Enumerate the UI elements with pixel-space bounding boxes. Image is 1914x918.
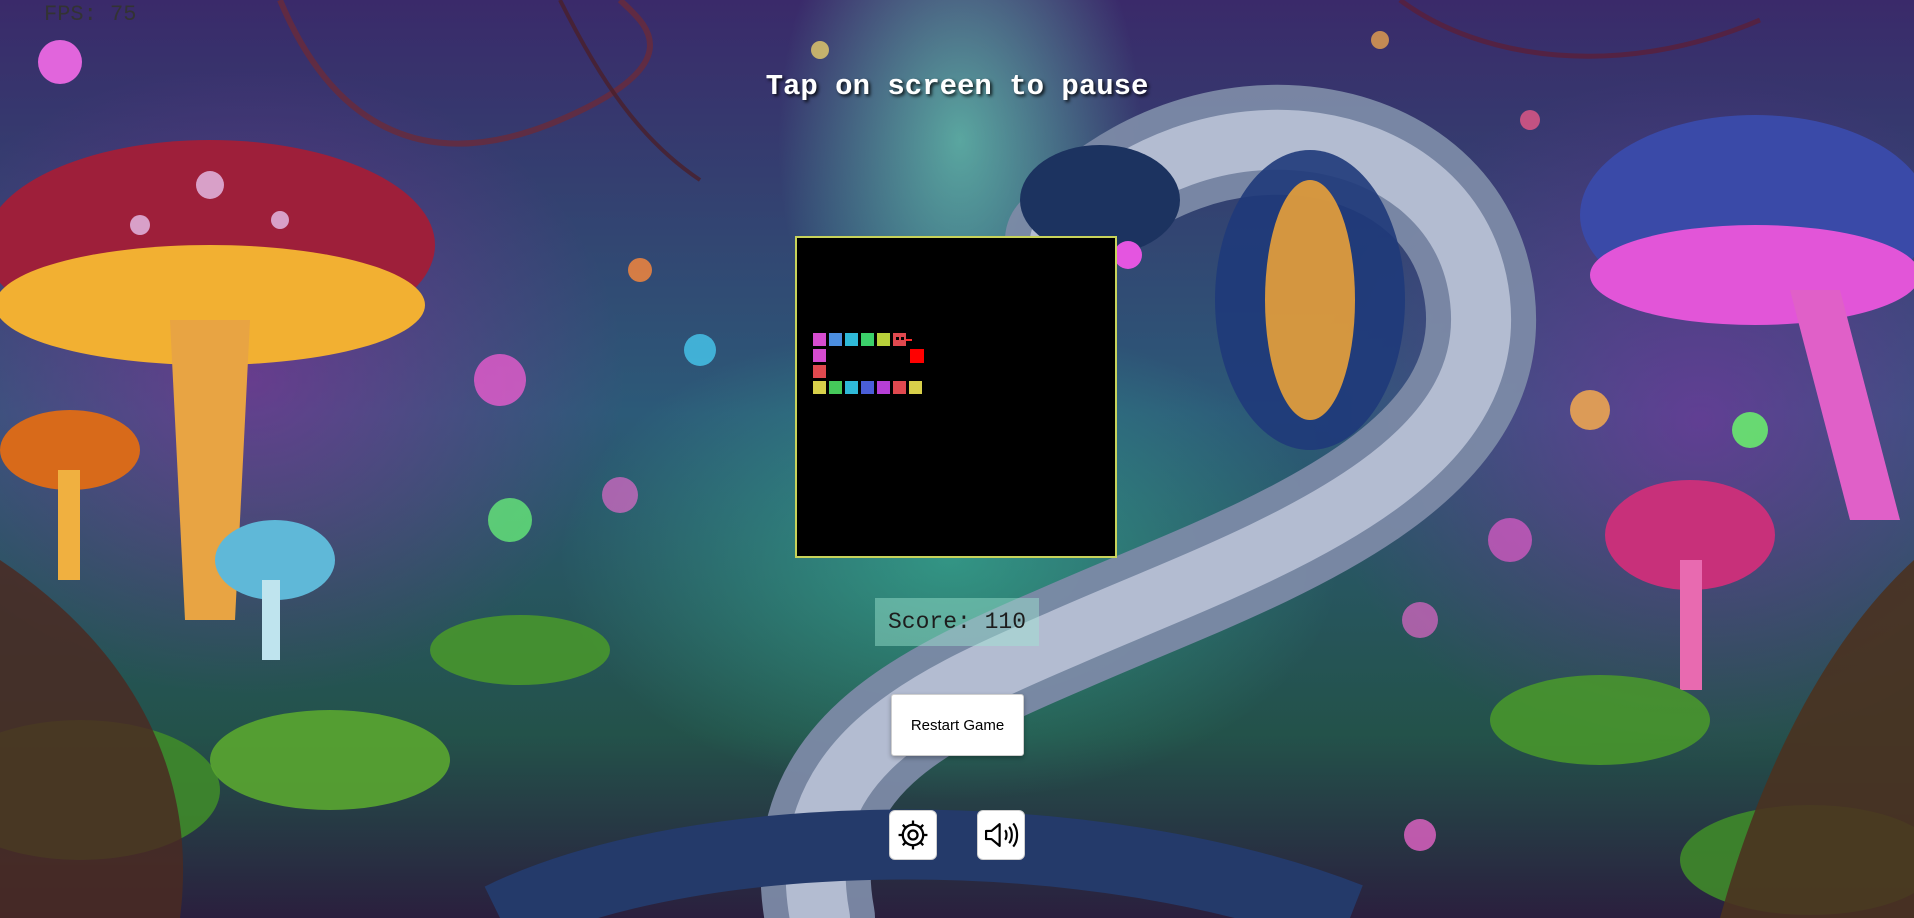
snake-head <box>893 333 912 346</box>
speaker-icon <box>984 822 1019 848</box>
restart-game-button[interactable]: Restart Game <box>891 694 1024 756</box>
snake-segment <box>845 333 858 346</box>
food-item <box>910 349 924 363</box>
snake-segment <box>909 381 922 394</box>
snake-segment <box>877 333 890 346</box>
snake-segment <box>813 349 826 362</box>
snake-segment <box>813 381 826 394</box>
sound-toggle-button[interactable] <box>977 810 1025 860</box>
snake-eye <box>896 337 899 340</box>
snake-segment <box>861 381 874 394</box>
gear-icon <box>898 820 928 850</box>
restart-game-label: Restart Game <box>910 716 1005 734</box>
game-board[interactable] <box>795 236 1117 558</box>
score-text: Score: 110 <box>887 609 1027 635</box>
snake-segment <box>893 381 906 394</box>
pause-hint: Tap on screen to pause <box>765 70 1149 103</box>
snake-segment <box>813 333 826 346</box>
fps-counter: FPS: 75 <box>44 2 137 27</box>
snake-segment <box>845 381 858 394</box>
snake-segment <box>829 381 842 394</box>
settings-button[interactable] <box>889 810 937 860</box>
snake-segment <box>877 381 890 394</box>
snake-segment <box>829 333 842 346</box>
snake-segment <box>861 333 874 346</box>
snake-segment <box>813 365 826 378</box>
score-display: Score: 110 <box>875 598 1039 646</box>
snake-eye <box>901 337 904 340</box>
snake-tongue <box>906 339 912 341</box>
